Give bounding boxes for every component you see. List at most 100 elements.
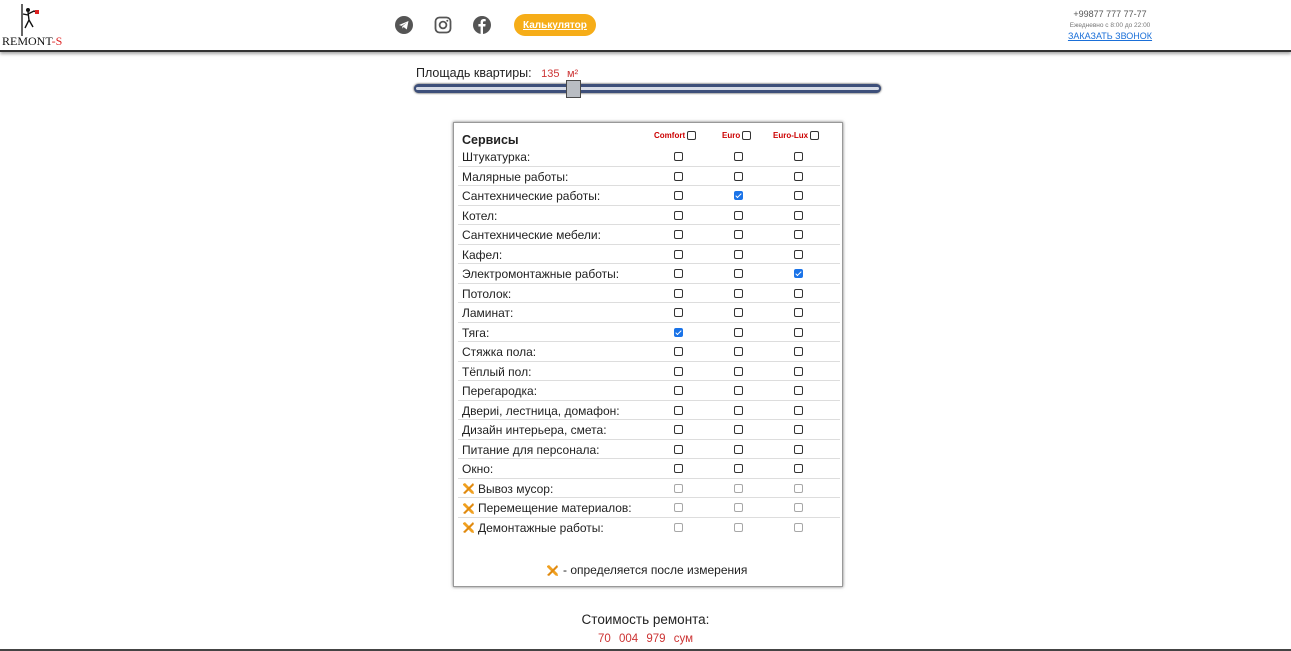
service-label: Тёплый пол: [462,365,531,379]
area-slider-track[interactable] [414,84,881,93]
service-checkbox-comfort[interactable] [674,425,683,434]
column-euro-lux-label: Euro-Lux [773,131,809,140]
logo[interactable]: REMONT-S [2,2,72,50]
service-checkbox-euro[interactable] [734,249,743,259]
service-checkbox-euro[interactable] [734,483,743,493]
select-all-comfort-checkbox[interactable] [687,131,697,140]
service-checkbox-euro-lux[interactable] [794,405,803,415]
service-checkbox-euro-lux[interactable] [794,191,803,200]
service-checkbox-euro-lux[interactable] [794,503,803,512]
service-label-text: Питание для персонала: [462,442,600,457]
service-checkbox-comfort[interactable] [674,308,683,317]
facebook-icon[interactable] [472,15,492,35]
area-label: Площадь квартиры: [416,66,532,80]
service-checkbox-euro-lux[interactable] [794,152,803,161]
service-checkbox-euro[interactable] [734,210,743,220]
service-checkbox-comfort[interactable] [674,288,683,298]
select-all-euro-lux-checkbox[interactable] [810,131,820,140]
service-checkbox-euro[interactable] [734,444,743,454]
service-label-text: Сантехнические мебели: [462,228,601,242]
service-checkbox-comfort[interactable] [674,522,683,532]
service-checkbox-euro-lux[interactable] [794,171,803,181]
column-euro-label: Euro [722,131,741,140]
tools-icon [463,522,474,533]
service-label: Сантехнические мебели: [462,228,601,242]
service-checkbox-euro[interactable] [734,366,743,376]
telegram-icon[interactable] [394,15,414,35]
service-checkbox-comfort[interactable] [674,230,683,239]
service-checkbox-comfort[interactable] [674,152,683,161]
service-label-text: Котел: [462,208,498,223]
service-checkbox-euro-lux[interactable] [794,347,803,356]
service-label: Штукатурка: [462,150,530,164]
service-label: Котел: [462,209,497,223]
service-checkbox-euro[interactable] [734,171,743,181]
service-row: Питание для персонала: [458,440,840,459]
service-checkbox-euro-lux[interactable] [794,249,803,259]
service-checkbox-euro-lux[interactable] [794,483,803,493]
callback-link[interactable]: ЗАКАЗАТЬ ЗВОНОК [1040,31,1180,41]
service-checkbox-euro[interactable] [734,464,743,473]
service-checkbox-comfort[interactable] [674,327,683,337]
service-checkbox-euro-lux[interactable] [794,210,803,220]
service-checkbox-euro-lux[interactable] [794,269,803,278]
service-checkbox-euro-lux[interactable] [794,522,803,532]
service-checkbox-euro-lux[interactable] [794,327,803,337]
service-checkbox-euro-lux[interactable] [794,288,803,298]
service-checkbox-comfort[interactable] [674,171,683,181]
service-checkbox-comfort[interactable] [674,386,683,395]
service-checkbox-euro[interactable] [734,308,743,317]
service-checkbox-comfort[interactable] [674,503,683,512]
service-checkbox-comfort[interactable] [674,191,683,200]
service-row: Перемещение материалов: [458,498,840,518]
service-checkbox-comfort[interactable] [674,210,683,220]
service-checkbox-euro[interactable] [734,288,743,298]
service-checkbox-euro[interactable] [734,152,743,161]
service-checkbox-euro-lux[interactable] [794,444,803,454]
service-label-text: Ламинат: [462,306,514,320]
service-checkbox-euro-lux[interactable] [794,425,803,434]
service-checkbox-comfort[interactable] [674,444,683,454]
service-label-text: Потолок: [462,286,512,301]
service-row: Перегародка: [458,381,840,401]
service-checkbox-comfort[interactable] [674,269,683,278]
service-checkbox-euro[interactable] [734,230,743,239]
select-all-euro-checkbox[interactable] [742,131,752,140]
service-label: Сантехнические работы: [462,189,600,203]
calculator-button[interactable]: Калькулятор [514,14,596,36]
service-checkbox-euro[interactable] [734,503,743,512]
service-checkbox-euro-lux[interactable] [794,308,803,317]
service-checkbox-comfort[interactable] [674,405,683,415]
service-checkbox-euro-lux[interactable] [794,230,803,239]
service-checkbox-comfort[interactable] [674,464,683,473]
service-checkbox-euro[interactable] [734,386,743,395]
total-label: Стоимость ремонта: [581,612,710,627]
service-checkbox-comfort[interactable] [674,347,683,356]
service-row: Электромонтажные работы: [458,264,840,284]
service-checkbox-comfort[interactable] [674,249,683,259]
instagram-icon[interactable] [433,15,453,35]
service-checkbox-euro-lux[interactable] [794,464,803,473]
service-row: Двериi, лестница, домафон: [458,401,840,420]
service-checkbox-euro[interactable] [734,327,743,337]
area-value: 135 [541,68,560,80]
service-checkbox-euro[interactable] [734,347,743,356]
service-checkbox-euro-lux[interactable] [794,386,803,395]
service-checkbox-comfort[interactable] [674,366,683,376]
phone-number[interactable]: +99877 777 77-77 [1040,9,1180,19]
area-slider-thumb[interactable] [565,80,581,98]
service-checkbox-comfort[interactable] [674,483,683,493]
site-header: REMONT-S Калькулятор +99877 777 77-77 Еж… [0,0,1291,52]
service-label: Ламинат: [462,306,513,320]
service-checkbox-euro[interactable] [734,522,743,532]
service-checkbox-euro-lux[interactable] [794,366,803,376]
area-label-row: Площадь квартиры: 135 м² [416,66,578,80]
service-label-text: Перегародка: [462,384,538,398]
tools-icon [463,502,474,514]
service-checkbox-euro[interactable] [734,425,743,434]
service-checkbox-euro[interactable] [734,405,743,415]
service-checkbox-euro[interactable] [734,191,743,200]
service-checkbox-euro[interactable] [734,269,743,278]
service-label: Вывоз мусор: [462,482,553,496]
service-label-text: Стяжка пола: [462,345,537,359]
